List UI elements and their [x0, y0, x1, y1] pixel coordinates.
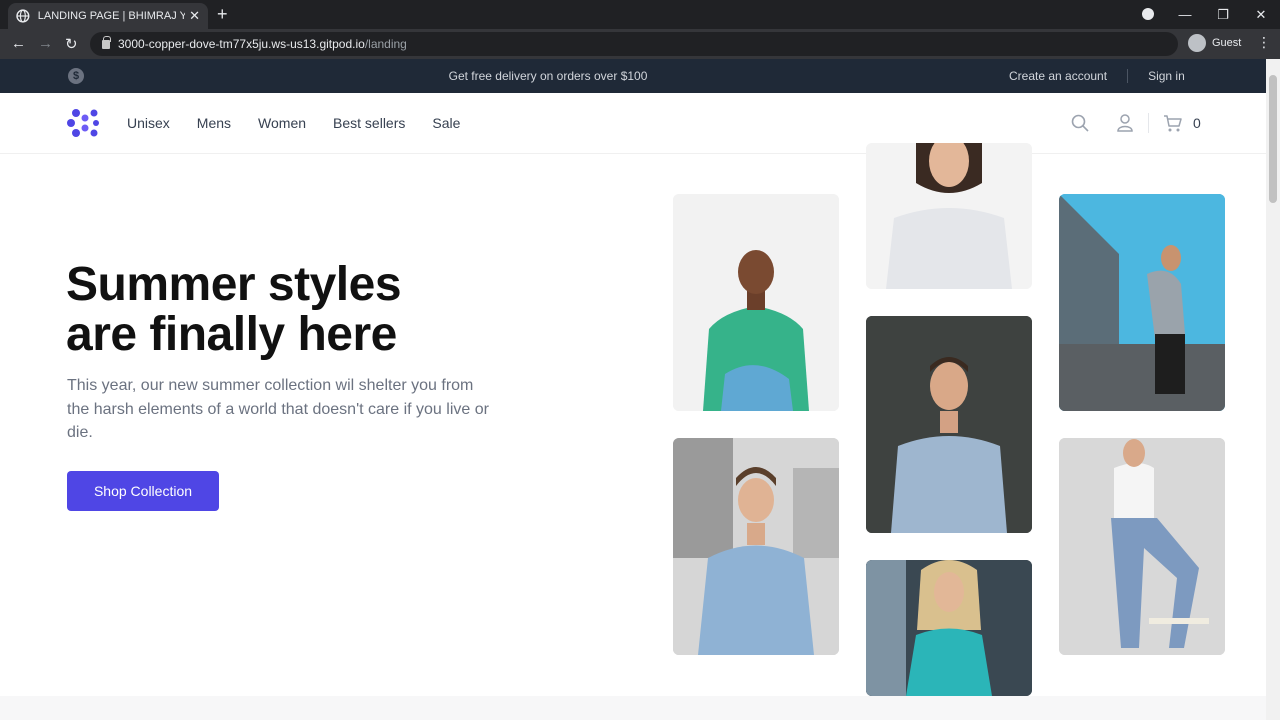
lock-icon[interactable] — [102, 35, 111, 49]
brand-logo-icon[interactable] — [67, 107, 100, 139]
url-path: /landing — [364, 37, 407, 51]
hero-title-line-1: Summer styles — [66, 258, 402, 311]
page-scrollbar[interactable] — [1266, 59, 1280, 720]
model-photo-icon — [1059, 438, 1225, 655]
hero-title-line-2: are finally here — [66, 308, 397, 361]
globe-icon — [16, 9, 30, 23]
nav-link-mens[interactable]: Mens — [197, 115, 231, 131]
minimize-icon[interactable]: — — [1166, 7, 1204, 22]
window-controls: — ❐ ✕ — [1166, 0, 1280, 29]
address-bar[interactable]: 3000-copper-dove-tm77x5ju.ws-us13.gitpod… — [90, 32, 1178, 56]
profile-avatar-icon — [1188, 34, 1206, 52]
account-links: Create an account Sign in — [1009, 69, 1185, 83]
product-photo-teal-dress[interactable] — [866, 560, 1032, 696]
model-photo-icon — [673, 194, 839, 411]
promo-bar: $ Get free delivery on orders over $100 … — [0, 59, 1266, 93]
nav-link-women[interactable]: Women — [258, 115, 306, 131]
product-photo-blue-shirt[interactable] — [866, 316, 1032, 533]
close-tab-icon[interactable]: ✕ — [189, 8, 200, 24]
search-icon[interactable] — [1070, 113, 1090, 133]
nav-link-sale[interactable]: Sale — [432, 115, 460, 131]
product-photo-jeans[interactable] — [1059, 438, 1225, 655]
tab-title: LANDING PAGE | BHIMRAJ YADAV — [37, 10, 186, 22]
reload-icon[interactable]: ↻ — [65, 35, 78, 53]
hero-title: Summer styles are finally here — [66, 260, 586, 360]
shop-collection-button[interactable]: Shop Collection — [67, 471, 219, 511]
user-icon[interactable] — [1116, 113, 1134, 133]
browser-tab-strip: LANDING PAGE | BHIMRAJ YADAV ✕ + — ❐ ✕ — [0, 0, 1280, 29]
nav-link-unisex[interactable]: Unisex — [127, 115, 170, 131]
scrollbar-thumb[interactable] — [1269, 75, 1277, 203]
restore-icon[interactable]: ❐ — [1204, 7, 1242, 23]
new-tab-icon[interactable]: + — [217, 4, 228, 25]
product-photo-street-style[interactable] — [1059, 194, 1225, 411]
category-links: Unisex Mens Women Best sellers Sale — [127, 115, 487, 131]
promo-message: Get free delivery on orders over $100 — [448, 69, 648, 83]
browser-tab[interactable]: LANDING PAGE | BHIMRAJ YADAV ✕ — [8, 3, 208, 29]
model-photo-icon — [1059, 194, 1225, 411]
product-photo-denim-jacket[interactable] — [673, 438, 839, 655]
next-section-edge — [0, 696, 1266, 720]
product-photo-green-jersey[interactable] — [673, 194, 839, 411]
cart-count[interactable]: 0 — [1193, 115, 1201, 131]
profile-label: Guest — [1212, 37, 1242, 49]
nav-actions: 0 — [1070, 113, 1201, 133]
main-nav: Unisex Mens Women Best sellers Sale 0 — [0, 93, 1266, 154]
create-account-link[interactable]: Create an account — [1009, 69, 1107, 83]
back-arrow-icon[interactable]: ← — [11, 35, 26, 52]
model-photo-icon — [866, 560, 1032, 696]
hero-subtitle: This year, our new summer collection wil… — [67, 377, 489, 441]
model-photo-icon — [866, 143, 1032, 289]
divider — [1127, 69, 1129, 83]
sign-in-link[interactable]: Sign in — [1148, 69, 1185, 83]
model-photo-icon — [673, 438, 839, 655]
more-menu-icon[interactable]: ⋮ — [1257, 34, 1271, 51]
url-host: 3000-copper-dove-tm77x5ju.ws-us13.gitpod… — [118, 37, 365, 51]
nav-link-best-sellers[interactable]: Best sellers — [333, 115, 405, 131]
divider — [1148, 113, 1149, 133]
profile-button[interactable]: Guest — [1188, 34, 1241, 52]
tab-search-icon[interactable] — [1142, 8, 1154, 20]
model-photo-icon — [866, 316, 1032, 533]
shopping-cart-icon[interactable] — [1163, 113, 1183, 133]
forward-arrow-icon[interactable]: → — [38, 35, 53, 52]
window-close-icon[interactable]: ✕ — [1242, 7, 1280, 23]
browser-toolbar: ← → ↻ 3000-copper-dove-tm77x5ju.ws-us13.… — [0, 29, 1280, 59]
product-photo-white-tee[interactable] — [866, 143, 1032, 289]
landing-page: $ Get free delivery on orders over $100 … — [0, 59, 1266, 720]
